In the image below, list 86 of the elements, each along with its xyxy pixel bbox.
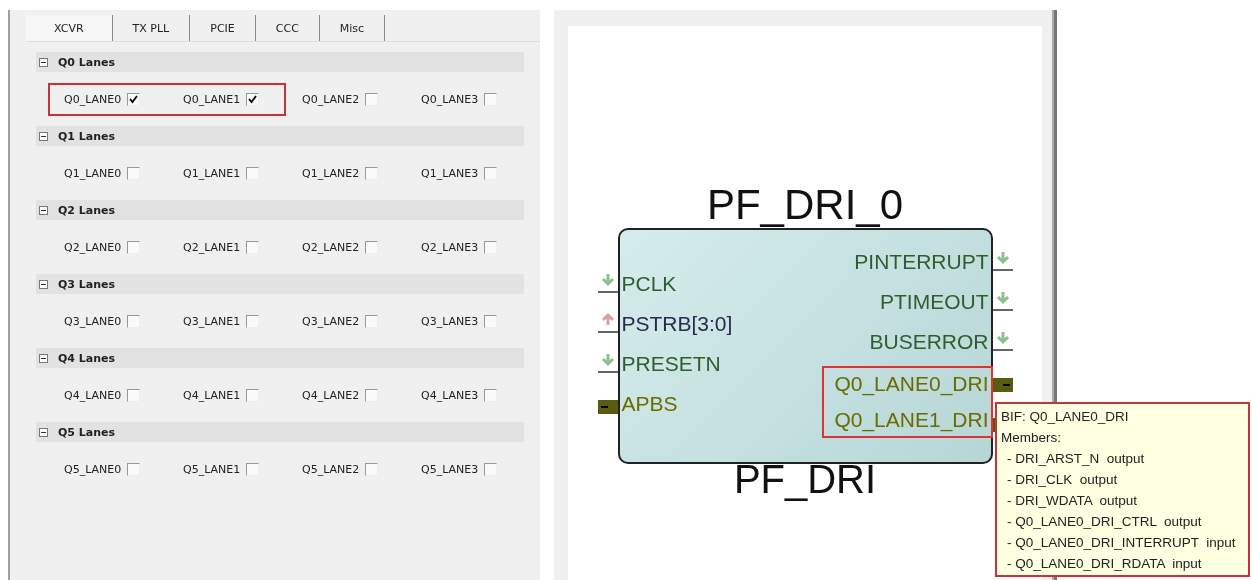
checkbox-label: Q0_LANE3 (421, 92, 479, 106)
checkbox[interactable] (484, 314, 498, 328)
component-block[interactable]: PCLK PSTRB[3:0] PRESETN APBS PINTERRUPT PTIMEOUT BUSERROR Q0_LANE0_DRI Q0_LANE1_DRI (617, 228, 993, 464)
checkbox[interactable] (484, 388, 498, 402)
checkbox-label: Q5_LANE1 (183, 462, 241, 476)
collapse-icon[interactable] (39, 57, 48, 67)
collapse-icon[interactable] (39, 427, 48, 437)
instance-name: PF_DRI_0 (706, 182, 904, 228)
checkbox[interactable] (484, 462, 498, 476)
checkbox-label: Q4_LANE3 (421, 388, 479, 402)
port-name: APBS (620, 392, 679, 416)
checkbox[interactable] (246, 462, 260, 476)
checkbox[interactable] (127, 240, 141, 254)
checkbox-label: Q0_LANE1 (183, 92, 241, 106)
section-title: Q4 Lanes (58, 351, 116, 365)
checkbox[interactable] (365, 166, 379, 180)
checkbox-label: Q5_LANE3 (421, 462, 479, 476)
member-item: - DRI_CLK output (1006, 471, 1118, 489)
section-title: Q5 Lanes (58, 425, 116, 439)
section-header[interactable]: Q0 Lanes (36, 52, 524, 72)
section-header[interactable]: Q3 Lanes (36, 274, 524, 294)
checkbox-label: Q3_LANE0 (64, 314, 122, 328)
checkbox-label: Q4_LANE1 (183, 388, 241, 402)
checkbox[interactable] (365, 92, 379, 106)
port-name: PINTERRUPT (853, 250, 990, 274)
checkbox-label: Q1_LANE1 (183, 166, 241, 180)
checkbox-label: Q1_LANE3 (421, 166, 479, 180)
checkbox[interactable] (365, 462, 379, 476)
collapse-icon[interactable] (39, 131, 48, 141)
port-name: PRESETN (620, 352, 722, 376)
collapse-icon[interactable] (39, 279, 48, 289)
checkbox-label: Q5_LANE2 (302, 462, 360, 476)
tooltip-label: Members: (1001, 429, 1061, 447)
checkbox-label: Q2_LANE0 (64, 240, 122, 254)
port-name: BUSERROR (868, 330, 990, 354)
section-title: Q2 Lanes (58, 203, 116, 217)
checkbox[interactable] (246, 166, 260, 180)
checkbox[interactable] (365, 388, 379, 402)
section-title: Q1 Lanes (58, 129, 116, 143)
checkbox[interactable] (246, 240, 260, 254)
checkbox-label: Q3_LANE2 (302, 314, 360, 328)
checkbox[interactable] (365, 240, 379, 254)
member-item: - DRI_WDATA output (1006, 492, 1138, 510)
checkbox[interactable] (484, 92, 498, 106)
checkbox-label: Q5_LANE0 (64, 462, 122, 476)
checkbox-label: Q0_LANE2 (302, 92, 360, 106)
checkbox[interactable] (484, 240, 498, 254)
checkbox[interactable] (127, 314, 141, 328)
tab[interactable]: XCVR (26, 15, 113, 41)
checkbox[interactable] (127, 166, 141, 180)
checkbox-label: Q3_LANE1 (183, 314, 241, 328)
checkbox[interactable] (127, 92, 141, 106)
port-name: Q0_LANE1_DRI (833, 408, 990, 432)
section-title: Q3 Lanes (58, 277, 116, 291)
checkbox-label: Q1_LANE2 (302, 166, 360, 180)
section-header[interactable]: Q4 Lanes (36, 348, 524, 368)
collapse-icon[interactable] (39, 205, 48, 215)
collapse-icon[interactable] (39, 353, 48, 363)
tooltip-title: BIF: Q0_LANE0_DRI (1001, 408, 1129, 426)
port-name: PTIMEOUT (879, 290, 990, 314)
member-item: - DRI_ARST_N output (1006, 450, 1145, 468)
section-title: Q0 Lanes (58, 55, 116, 69)
checkbox[interactable] (127, 462, 141, 476)
checkbox-label: Q4_LANE0 (64, 388, 122, 402)
checkbox[interactable] (246, 314, 260, 328)
checkbox[interactable] (246, 388, 260, 402)
checkbox[interactable] (484, 166, 498, 180)
member-item: - Q0_LANE0_DRI_CTRL output (1006, 513, 1202, 531)
member-item: - Q0_LANE0_DRI_INTERRUPT input (1006, 534, 1236, 552)
checkbox[interactable] (365, 314, 379, 328)
checkbox-label: Q2_LANE2 (302, 240, 360, 254)
checkbox-label: Q0_LANE0 (64, 92, 122, 106)
port-name: Q0_LANE0_DRI (833, 372, 990, 396)
section-header[interactable]: Q2 Lanes (36, 200, 524, 220)
member-item: - Q0_LANE0_DRI_RDATA input (1006, 555, 1202, 573)
checkbox-label: Q4_LANE2 (302, 388, 360, 402)
port-name: PCLK (620, 272, 678, 296)
checkbox[interactable] (127, 388, 141, 402)
checkbox-label: Q2_LANE1 (183, 240, 241, 254)
section-header[interactable]: Q1 Lanes (36, 126, 524, 146)
checkbox-label: Q1_LANE0 (64, 166, 122, 180)
section-header[interactable]: Q5 Lanes (36, 422, 524, 442)
checkbox[interactable] (246, 92, 260, 106)
checkbox-label: Q3_LANE3 (421, 314, 479, 328)
checkbox-label: Q2_LANE3 (421, 240, 479, 254)
port-name: PSTRB[3:0] (620, 312, 734, 336)
